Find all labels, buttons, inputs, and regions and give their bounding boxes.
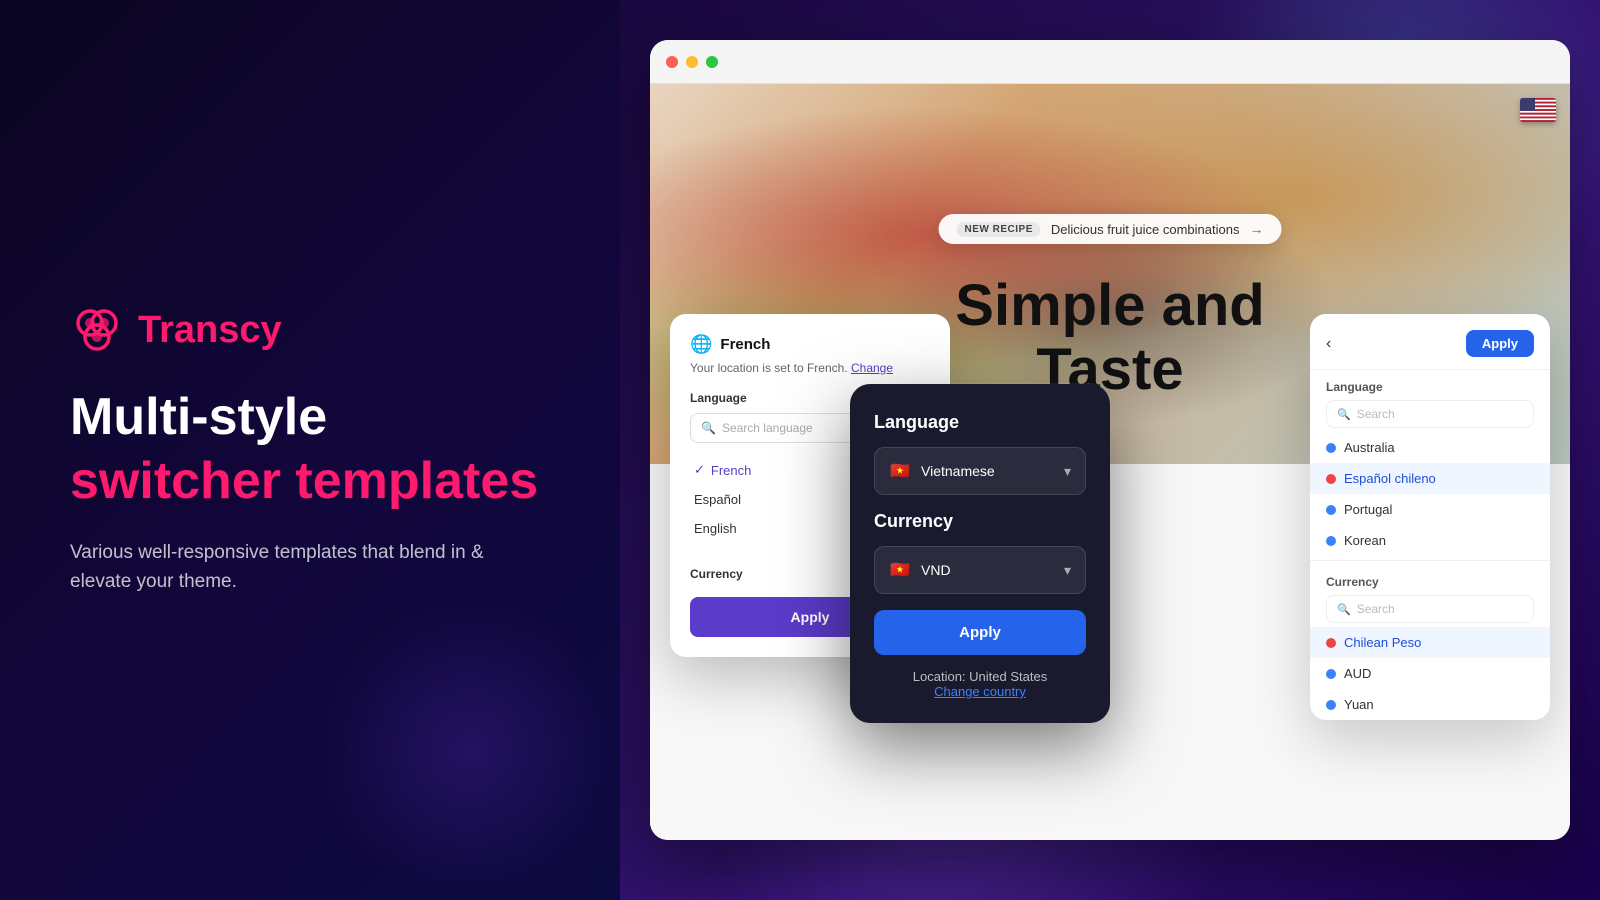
check-icon: ✓	[694, 462, 705, 478]
list-language-search[interactable]: 🔍 Search	[1326, 400, 1534, 428]
modal-dark: Language 🇻🇳 Vietnamese ▾ Currency 🇻🇳 VND…	[850, 384, 1110, 723]
french-modal-header: 🌐 French	[690, 334, 930, 355]
french-currency-label: Currency	[690, 567, 743, 581]
chilean-peso-label: Chilean Peso	[1344, 635, 1421, 650]
list-currency-label: Currency	[1310, 565, 1550, 595]
browser-header	[650, 40, 1570, 84]
list-currency-search[interactable]: 🔍 Search	[1326, 595, 1534, 623]
korean-dot	[1326, 536, 1336, 546]
list-divider	[1310, 560, 1550, 561]
globe-icon: 🌐	[690, 334, 712, 355]
badge-arrow: →	[1249, 221, 1263, 237]
list-currency-search-icon: 🔍	[1337, 603, 1351, 616]
browser-maximize-dot	[706, 56, 718, 68]
chileno-dot	[1326, 474, 1336, 484]
list-item-australia[interactable]: Australia	[1310, 432, 1550, 463]
logo-row: Transcy	[70, 303, 560, 357]
left-panel: Transcy Multi-style switcher templates V…	[0, 0, 620, 900]
australia-label: Australia	[1344, 440, 1395, 455]
list-item-korean[interactable]: Korean	[1310, 525, 1550, 556]
french-modal-title: French	[720, 336, 770, 353]
dark-location-text: Location: United States	[874, 669, 1086, 684]
currency-chevron-icon: ▾	[1064, 562, 1071, 579]
korean-label: Korean	[1344, 533, 1386, 548]
list-item-aud[interactable]: AUD	[1310, 658, 1550, 689]
vnd-flag: 🇻🇳	[889, 559, 911, 581]
hero-title: Simple and Taste	[955, 274, 1264, 402]
list-language-search-placeholder: Search	[1357, 407, 1395, 421]
dark-currency-label: Currency	[874, 511, 1086, 532]
change-country-link[interactable]: Change country	[874, 684, 1086, 699]
badge-text: Delicious fruit juice combinations	[1051, 222, 1240, 237]
subtext: Various well-responsive templates that b…	[70, 538, 550, 597]
browser-card: NEW RECIPE Delicious fruit juice combina…	[650, 40, 1570, 840]
list-apply-button[interactable]: Apply	[1466, 330, 1534, 357]
list-item-espanol-chileno[interactable]: Español chileno	[1310, 463, 1550, 494]
dark-language-dropdown[interactable]: 🇻🇳 Vietnamese ▾	[874, 447, 1086, 495]
transcy-logo-icon	[70, 303, 124, 357]
hero-title-line1: Simple and	[955, 274, 1264, 338]
list-currency-search-placeholder: Search	[1357, 602, 1395, 616]
espanol-chileno-label: Español chileno	[1344, 471, 1436, 486]
tagline-line2: switcher templates	[70, 453, 560, 510]
logo-prefix: Trans	[138, 309, 239, 351]
dark-currency-dropdown-left: 🇻🇳 VND	[889, 559, 951, 581]
modal-list: ‹ Apply Language 🔍 Search Australia Espa…	[1310, 314, 1550, 720]
portugal-dot	[1326, 505, 1336, 515]
list-item-chilean-peso[interactable]: Chilean Peso	[1310, 627, 1550, 658]
pill-badge: NEW RECIPE Delicious fruit juice combina…	[939, 214, 1282, 244]
logo-suffix: cy	[239, 309, 281, 351]
list-item-yuan[interactable]: Yuan	[1310, 689, 1550, 720]
list-modal-header: ‹ Apply	[1310, 314, 1550, 370]
dark-currency-value: VND	[921, 562, 951, 578]
portugal-label: Portugal	[1344, 502, 1392, 517]
back-arrow-icon[interactable]: ‹	[1326, 335, 1331, 353]
search-icon: 🔍	[701, 421, 716, 435]
aud-dot	[1326, 669, 1336, 679]
tagline-line1: Multi-style	[70, 389, 560, 446]
clp-dot	[1326, 638, 1336, 648]
yuan-dot	[1326, 700, 1336, 710]
french-location-text: Your location is set to French. Change	[690, 361, 930, 375]
dark-language-value: Vietnamese	[921, 463, 995, 479]
dark-language-label: Language	[874, 412, 1086, 433]
browser-content: NEW RECIPE Delicious fruit juice combina…	[650, 84, 1570, 840]
browser-close-dot	[666, 56, 678, 68]
french-lang-french-label: French	[711, 463, 751, 478]
dark-apply-button[interactable]: Apply	[874, 610, 1086, 655]
aud-label: AUD	[1344, 666, 1371, 681]
us-flag	[1520, 98, 1556, 122]
australia-dot	[1326, 443, 1336, 453]
logo-text: Transcy	[138, 309, 282, 352]
list-item-portugal[interactable]: Portugal	[1310, 494, 1550, 525]
dark-currency-dropdown[interactable]: 🇻🇳 VND ▾	[874, 546, 1086, 594]
french-search-placeholder: Search language	[722, 421, 813, 435]
vietnamese-flag: 🇻🇳	[889, 460, 911, 482]
change-link[interactable]: Change	[851, 361, 893, 375]
yuan-label: Yuan	[1344, 697, 1374, 712]
language-chevron-icon: ▾	[1064, 463, 1071, 480]
right-panel: NEW RECIPE Delicious fruit juice combina…	[620, 0, 1600, 900]
browser-minimize-dot	[686, 56, 698, 68]
list-language-label: Language	[1310, 370, 1550, 400]
dark-language-dropdown-left: 🇻🇳 Vietnamese	[889, 460, 995, 482]
french-lang-espanol-label: Español	[694, 492, 741, 507]
list-search-icon: 🔍	[1337, 408, 1351, 421]
badge-new-label: NEW RECIPE	[957, 222, 1041, 237]
french-lang-english-label: English	[694, 521, 737, 536]
